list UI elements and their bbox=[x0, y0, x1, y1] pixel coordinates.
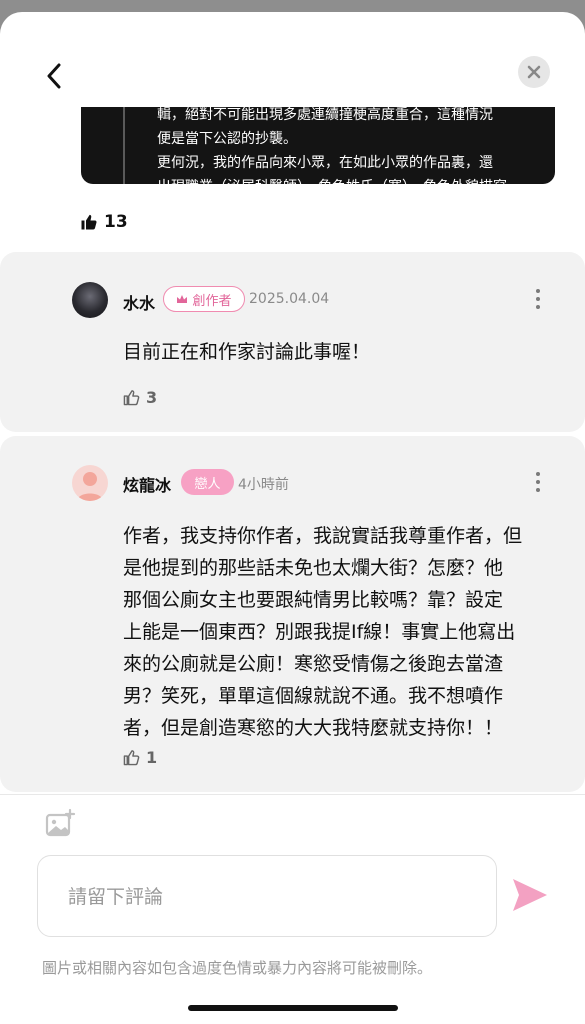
more-options-button[interactable] bbox=[526, 284, 550, 314]
comment-text-line: 男？笑死，單單這個線就說不通。我不想噴作 bbox=[123, 685, 504, 707]
thumbs-up-outline-icon bbox=[123, 750, 140, 766]
more-dot-icon bbox=[536, 472, 540, 476]
comment-like-button[interactable]: 3 bbox=[123, 388, 157, 407]
comment-text-line: 那個公廁女主也要跟純情男比較嗎？靠？設定 bbox=[123, 589, 504, 611]
comment-like-count: 3 bbox=[146, 388, 158, 407]
content-notice: 圖片或相關內容如包含過度色情或暴力內容將可能被刪除。 bbox=[42, 959, 433, 977]
comment-text-line: 作者，我支持你作者，我說實話我尊重作者，但 bbox=[123, 525, 523, 547]
comment-text: 作者，我支持你作者，我說實話我尊重作者，但 是他提到的那些話未免也太爛大街？怎麼… bbox=[123, 520, 573, 744]
comment-like-count: 1 bbox=[146, 748, 158, 767]
more-dot-icon bbox=[536, 289, 540, 293]
comment-input-box[interactable] bbox=[37, 855, 497, 937]
comment-text-line: 上能是一個東西？別跟我提If線！事實上他寫出 bbox=[123, 621, 516, 643]
quoted-content: 輯，絕對不可能出現多處連續撞梗高度重合，這種情況 便是當下公認的抄襲。 更何況，… bbox=[81, 107, 555, 184]
lover-badge: 戀人 bbox=[181, 469, 234, 495]
send-icon bbox=[513, 879, 547, 911]
more-dot-icon bbox=[536, 480, 540, 484]
send-button[interactable] bbox=[510, 876, 552, 916]
more-dot-icon bbox=[536, 305, 540, 309]
default-avatar-icon bbox=[77, 472, 103, 501]
badge-label: 戀人 bbox=[194, 476, 221, 492]
comment-sheet: 輯，絕對不可能出現多處連續撞梗高度重合，這種情況 便是當下公認的抄襲。 更何況，… bbox=[0, 12, 585, 1024]
chevron-left-icon bbox=[47, 63, 61, 89]
comment-card: 水水 創作者 2025.04.04 目前正在和作家討論此事喔！ 3 bbox=[0, 252, 585, 432]
creator-badge: 創作者 bbox=[163, 286, 245, 312]
avatar[interactable] bbox=[72, 282, 108, 318]
comment-author[interactable]: 水水 bbox=[123, 290, 155, 314]
comment-text-line: 來的公廁就是公廁！寒慾受情傷之後跑去當渣 bbox=[123, 653, 504, 675]
thumbs-up-outline-icon bbox=[123, 390, 140, 406]
comment-text-line: 是他提到的那些話未免也太爛大街？怎麼？他 bbox=[123, 557, 504, 579]
comment-time: 4小時前 bbox=[238, 477, 289, 493]
add-image-button[interactable] bbox=[44, 808, 78, 842]
comment-time: 2025.04.04 bbox=[249, 291, 330, 307]
top-bar bbox=[0, 12, 585, 112]
post-like-button[interactable]: 13 bbox=[80, 212, 128, 232]
thumbs-up-filled-icon bbox=[81, 214, 97, 230]
close-button[interactable] bbox=[518, 56, 550, 88]
home-indicator bbox=[188, 1005, 398, 1011]
badge-label: 創作者 bbox=[192, 293, 232, 309]
quote-bar bbox=[123, 107, 125, 184]
back-button[interactable] bbox=[36, 58, 72, 94]
crown-icon bbox=[177, 295, 188, 303]
post-like-count: 13 bbox=[104, 212, 128, 232]
quote-line: 更何況，我的作品向來小眾，在如此小眾的作品裏，還 bbox=[157, 155, 493, 171]
quote-text: 輯，絕對不可能出現多處連續撞梗高度重合，這種情況 便是當下公認的抄襲。 更何況，… bbox=[157, 107, 547, 184]
avatar[interactable] bbox=[72, 465, 108, 501]
more-options-button[interactable] bbox=[526, 467, 550, 497]
add-image-icon bbox=[45, 808, 76, 837]
more-dot-icon bbox=[536, 297, 540, 301]
comment-text-line: 者，但是創造寒慾的大大我特麼就支持你！！ bbox=[123, 717, 504, 739]
comment-author[interactable]: 炫龍冰 bbox=[123, 472, 171, 496]
quote-line: 便是當下公認的抄襲。 bbox=[157, 131, 297, 147]
quote-line: 出現職業（泌尿科醫師）、角色姓氏（寒）、角色外貌描寫 bbox=[157, 175, 547, 184]
comment-card: 炫龍冰 戀人 4小時前 作者，我支持你作者，我說實話我尊重作者，但 是他提到的那… bbox=[0, 436, 585, 792]
composer-divider bbox=[0, 794, 585, 795]
comment-text: 目前正在和作家討論此事喔！ bbox=[123, 341, 371, 363]
comment-input[interactable] bbox=[68, 882, 468, 912]
close-icon bbox=[527, 65, 541, 79]
comment-like-button[interactable]: 1 bbox=[123, 748, 157, 767]
more-dot-icon bbox=[536, 488, 540, 492]
quote-line: 輯，絕對不可能出現多處連續撞梗高度重合，這種情況 bbox=[157, 107, 493, 123]
